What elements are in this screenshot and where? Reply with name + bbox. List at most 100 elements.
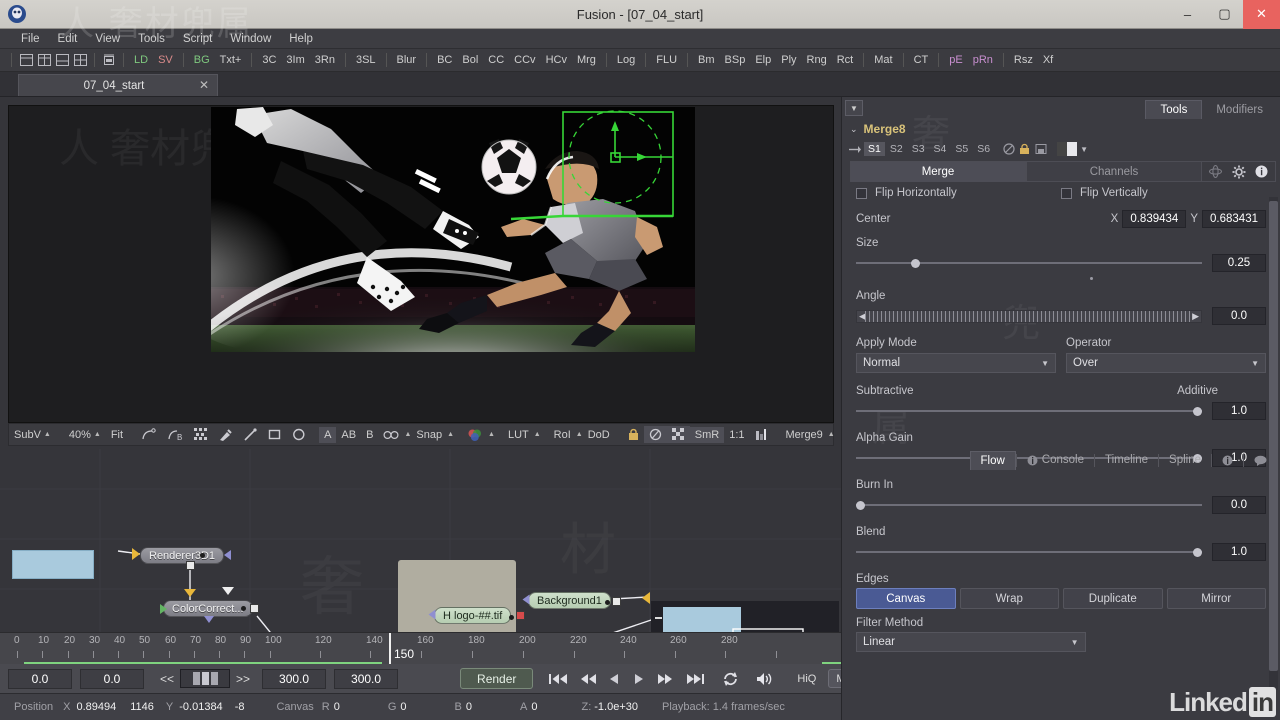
viewer-zoom-button[interactable]: 40% ▲ [64,427,106,443]
tool-flu[interactable]: FLU [651,53,682,67]
chevron-up-icon[interactable]: ▲ [488,431,495,438]
layout-dual-icon[interactable] [35,52,53,68]
playhead[interactable] [389,633,391,665]
tool-blur[interactable]: Blur [392,53,422,67]
rewind-icon[interactable] [574,673,603,685]
tool-bsp[interactable]: BSp [720,53,751,67]
inspector-scrollbar-thumb[interactable] [1269,201,1278,671]
last-frame-icon[interactable] [680,673,711,685]
tool-ct[interactable]: CT [909,53,934,67]
histogram-icon[interactable] [750,427,773,443]
spline-b-tool-icon[interactable]: B [162,426,189,444]
ellipse-select-icon[interactable] [287,426,311,443]
fast-forward-icon[interactable] [651,673,680,685]
alpha-overlay-icon[interactable] [643,426,667,443]
stereo-icon[interactable] [378,427,404,443]
tab-flow[interactable]: Flow [969,450,1016,470]
play-icon[interactable] [627,673,651,685]
tool-3rn[interactable]: 3Rn [310,53,340,67]
flip-horizontally-control[interactable]: Flip Horizontally [856,187,1061,199]
chevron-up-icon[interactable]: ▲ [576,431,583,438]
state-s5[interactable]: S5 [951,142,972,156]
viewer-roi-button[interactable]: RoI [549,427,576,443]
blend-slider[interactable] [856,543,1202,561]
chevron-down-icon[interactable]: ▼ [845,100,863,116]
angle-field[interactable]: 0.0 [1212,307,1266,325]
step-back-button[interactable]: << [154,672,180,686]
tab-modifiers[interactable]: Modifiers [1202,101,1277,119]
lock-icon[interactable] [623,426,644,443]
chevron-up-icon[interactable]: ▲ [447,431,454,438]
tool-cc[interactable]: CC [483,53,509,67]
rect-select-icon[interactable] [263,426,287,443]
blend-field[interactable]: 1.0 [1212,543,1266,561]
render-button[interactable]: Render [460,668,534,689]
viewer-ratio-button[interactable]: 1:1 [724,427,749,443]
viewer-buffer-ab[interactable]: AB [336,427,361,443]
viewer-buffer-b[interactable]: B [361,427,378,443]
close-icon[interactable]: ✕ [199,78,209,92]
lock-icon[interactable] [1017,142,1032,156]
layout-single-icon[interactable] [17,52,35,68]
flow-node[interactable]: H logo-##.tif [434,607,512,624]
tab-spline[interactable]: Spline [1159,451,1211,469]
node-handle[interactable] [186,561,195,570]
chevron-down-icon[interactable]: ▼ [1080,145,1088,154]
in-point-field[interactable]: 0.0 [8,668,72,689]
edges-canvas-button[interactable]: Canvas [856,588,956,609]
tool-elp[interactable]: Elp [750,53,776,67]
checker-grid-icon[interactable] [189,426,213,443]
menu-help[interactable]: Help [280,31,322,47]
tool-bol[interactable]: Bol [457,53,483,67]
step-forward-button[interactable]: >> [230,672,256,686]
flip-vertically-control[interactable]: Flip Vertically [1061,187,1266,199]
edges-wrap-button[interactable]: Wrap [959,588,1059,609]
node-handle[interactable] [612,597,621,606]
chevron-up-icon[interactable]: ▲ [404,431,411,438]
out-point-field[interactable]: 0.0 [80,668,144,689]
tab-console[interactable]: Console [1017,451,1094,469]
flow-node[interactable]: Background1 [528,592,611,609]
state-s2[interactable]: S2 [886,142,907,156]
burn-in-field[interactable]: 0.0 [1212,496,1266,514]
first-frame-icon[interactable] [543,673,574,685]
viewer-smr-button[interactable]: SmR [689,426,725,443]
color-swatch[interactable]: ▼ [1057,142,1088,156]
tool-rng[interactable]: Rng [802,53,832,67]
hiq-button[interactable]: HiQ [789,669,824,688]
flow-node[interactable]: ColorCorrect... [163,600,253,617]
viewer-lut-button[interactable]: LUT [503,427,534,443]
edges-mirror-button[interactable]: Mirror [1166,588,1266,609]
state-s3[interactable]: S3 [908,142,929,156]
viewer-fit-button[interactable]: Fit [106,427,128,443]
layout-split-icon[interactable] [53,52,71,68]
save-icon[interactable] [1033,142,1048,156]
layout-quad-icon[interactable] [71,52,89,68]
save-layout-icon[interactable] [100,52,118,68]
tool-3c[interactable]: 3C [257,53,281,67]
viewer-snap-button[interactable]: Snap [411,427,447,443]
center-y-field[interactable]: 0.683431 [1202,209,1266,228]
operator-dropdown[interactable]: Over ▼ [1066,353,1266,373]
state-s6[interactable]: S6 [973,142,994,156]
checkerboard-icon[interactable] [666,426,690,443]
global-end-field[interactable]: 300.0 [334,668,399,689]
menu-tools[interactable]: Tools [129,31,174,47]
loop-icon[interactable] [717,671,744,686]
tab-tools[interactable]: Tools [1145,100,1203,119]
node-error-handle[interactable] [516,611,525,620]
tool-prn[interactable]: pRn [968,53,998,67]
tool-ply[interactable]: Ply [776,53,801,67]
subtractive-additive-field[interactable]: 1.0 [1212,402,1266,420]
node-handle[interactable] [250,604,259,613]
size-slider[interactable] [856,254,1202,272]
tool-hcv[interactable]: HCv [541,53,572,67]
sample-line-icon[interactable] [238,426,263,444]
center-x-field[interactable]: 0.839434 [1122,209,1187,228]
tool-mat[interactable]: Mat [869,53,897,67]
flip-vertically-checkbox[interactable] [1061,187,1072,199]
chevron-up-icon[interactable]: ▲ [828,431,835,438]
chevron-down-icon[interactable]: ⌄ [850,124,858,135]
flow-thumbnail-cluster[interactable] [651,601,839,632]
tool-rct[interactable]: Rct [832,53,859,67]
